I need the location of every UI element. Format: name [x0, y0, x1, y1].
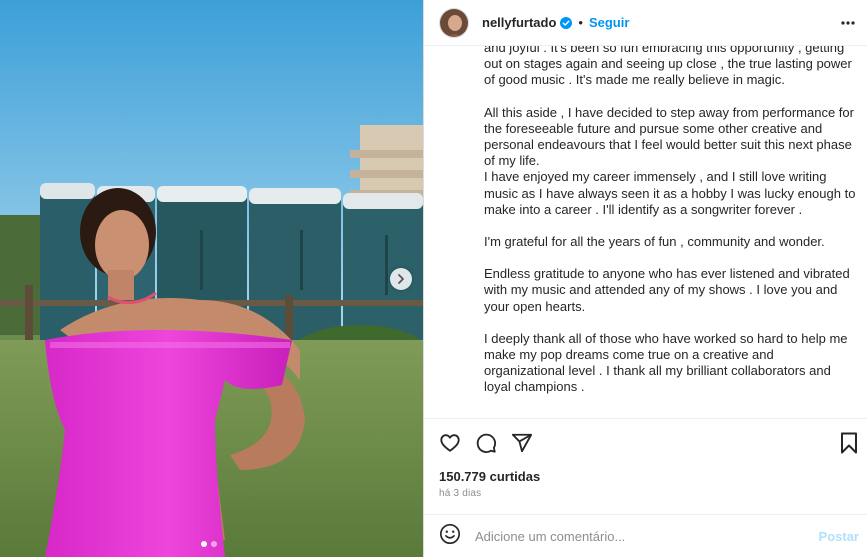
caption-paragraph: I have enjoyed my career immensely , and… — [484, 169, 856, 217]
avatar[interactable] — [439, 7, 469, 38]
post-timestamp[interactable]: há 3 dias — [439, 488, 481, 499]
carousel-dot — [201, 541, 207, 547]
post-details-panel: and joyful . It's been so fun embracing … — [423, 0, 867, 557]
likes-count[interactable]: 150.779 curtidas — [439, 469, 540, 484]
bookmark-icon[interactable] — [839, 432, 859, 459]
emoji-icon[interactable] — [439, 523, 461, 550]
caption-paragraph: All this aside , I have decided to step … — [484, 104, 854, 169]
caption-paragraph: I deeply thank all of those who have wor… — [484, 330, 848, 395]
comment-icon[interactable] — [475, 432, 497, 459]
avatar-image — [440, 8, 468, 37]
comment-input[interactable] — [475, 528, 795, 544]
share-icon[interactable] — [511, 432, 533, 459]
more-options-icon[interactable] — [840, 15, 856, 36]
caption-paragraph: and joyful . It's been so fun embracing … — [484, 40, 852, 88]
post-actions — [424, 418, 867, 466]
caption-paragraph: I'm grateful for all the years of fun , … — [484, 234, 825, 250]
follow-button[interactable]: Seguir — [589, 15, 629, 30]
heart-icon[interactable] — [439, 432, 461, 459]
carousel-dot — [211, 541, 217, 547]
username-link[interactable]: nellyfurtado — [482, 15, 556, 30]
photo-scene — [0, 0, 423, 557]
header-separator: • — [578, 15, 583, 30]
carousel-indicator — [201, 541, 217, 547]
verified-badge-icon — [560, 16, 573, 29]
post-photo[interactable] — [0, 0, 423, 557]
post-header: nellyfurtado • Seguir — [424, 0, 867, 46]
post-caption: and joyful . It's been so fun embracing … — [484, 40, 864, 412]
post-comment-button[interactable]: Postar — [819, 529, 859, 544]
caption-paragraph: Endless gratitude to anyone who has ever… — [484, 266, 850, 314]
comment-bar: Postar — [424, 514, 867, 557]
next-slide-button[interactable] — [390, 268, 412, 290]
chevron-right-icon — [398, 274, 404, 284]
